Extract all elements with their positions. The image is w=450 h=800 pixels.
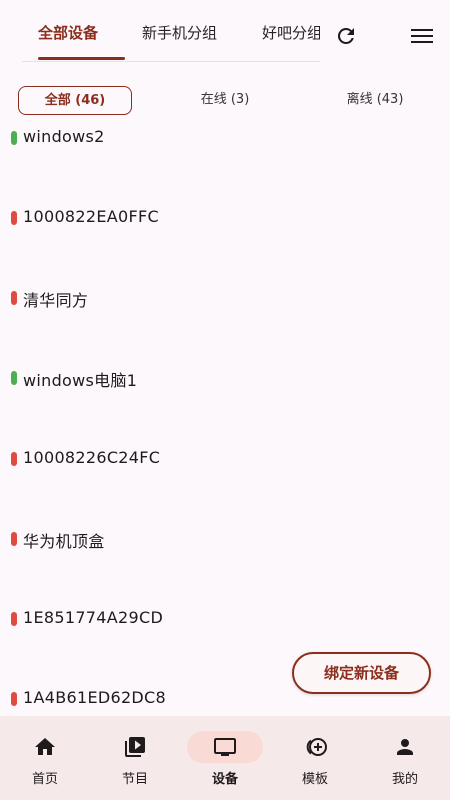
- group-tabs: 全部设备 新手机分组 好吧分组: [22, 0, 320, 62]
- device-name: 华为机顶盒: [23, 532, 105, 551]
- nav-label: 模板: [301, 772, 328, 787]
- status-indicator: [11, 131, 17, 145]
- status-indicator: [11, 532, 17, 546]
- bottom-nav: 首页 节目 设备 模板 我的: [0, 716, 450, 800]
- filter-offline[interactable]: 离线 (43): [320, 86, 430, 115]
- nav-label: 设备: [211, 772, 238, 787]
- status-indicator: [11, 291, 17, 305]
- monitor-icon: [213, 735, 237, 759]
- device-name: windows2: [23, 127, 105, 146]
- active-tab-indicator: [38, 57, 125, 60]
- status-indicator: [11, 452, 17, 466]
- nav-label: 节目: [121, 772, 148, 787]
- device-list: windows2 1000822EA0FFC 清华同方 windows电脑1 1…: [0, 118, 450, 716]
- menu-icon[interactable]: [408, 24, 436, 48]
- status-indicator: [11, 371, 17, 385]
- nav-item-templates[interactable]: 模板: [270, 716, 360, 800]
- device-item[interactable]: 1E851774A29CD: [0, 599, 450, 639]
- device-item[interactable]: 华为机顶盒: [0, 519, 450, 559]
- nav-item-profile[interactable]: 我的: [360, 716, 450, 800]
- add-circle-stack-icon: [303, 735, 327, 759]
- status-indicator: [11, 612, 17, 626]
- nav-item-home[interactable]: 首页: [0, 716, 90, 800]
- status-filter-row: 全部 (46) 在线 (3) 离线 (43): [0, 86, 450, 116]
- filter-online[interactable]: 在线 (3): [170, 86, 280, 115]
- bind-new-device-button[interactable]: 绑定新设备: [292, 652, 431, 694]
- nav-item-devices[interactable]: 设备: [180, 716, 270, 800]
- device-item[interactable]: windows2: [0, 118, 450, 158]
- device-name: 10008226C24FC: [23, 448, 161, 467]
- filter-all[interactable]: 全部 (46): [18, 86, 132, 115]
- nav-label: 首页: [31, 772, 58, 787]
- tab-all-devices[interactable]: 全部设备: [38, 22, 98, 43]
- device-name: windows电脑1: [23, 371, 138, 390]
- device-name: 清华同方: [23, 291, 89, 310]
- nav-item-programs[interactable]: 节目: [90, 716, 180, 800]
- device-item[interactable]: 清华同方: [0, 278, 450, 318]
- tab-haoba-group[interactable]: 好吧分组: [262, 22, 320, 43]
- device-item[interactable]: 1000822EA0FFC: [0, 198, 450, 238]
- status-indicator: [11, 692, 17, 706]
- person-icon: [393, 735, 417, 759]
- refresh-icon[interactable]: [334, 24, 358, 48]
- status-indicator: [11, 211, 17, 225]
- home-icon: [33, 735, 57, 759]
- device-name: 1000822EA0FFC: [23, 207, 159, 226]
- device-name: 1A4B61ED62DC8: [23, 688, 167, 707]
- device-item[interactable]: windows电脑1: [0, 358, 450, 398]
- tab-new-phone-group[interactable]: 新手机分组: [142, 22, 217, 43]
- nav-label: 我的: [391, 772, 418, 787]
- top-bar: 全部设备 新手机分组 好吧分组: [0, 0, 450, 62]
- device-item[interactable]: 10008226C24FC: [0, 439, 450, 479]
- video-library-icon: [123, 735, 147, 759]
- device-name: 1E851774A29CD: [23, 608, 164, 627]
